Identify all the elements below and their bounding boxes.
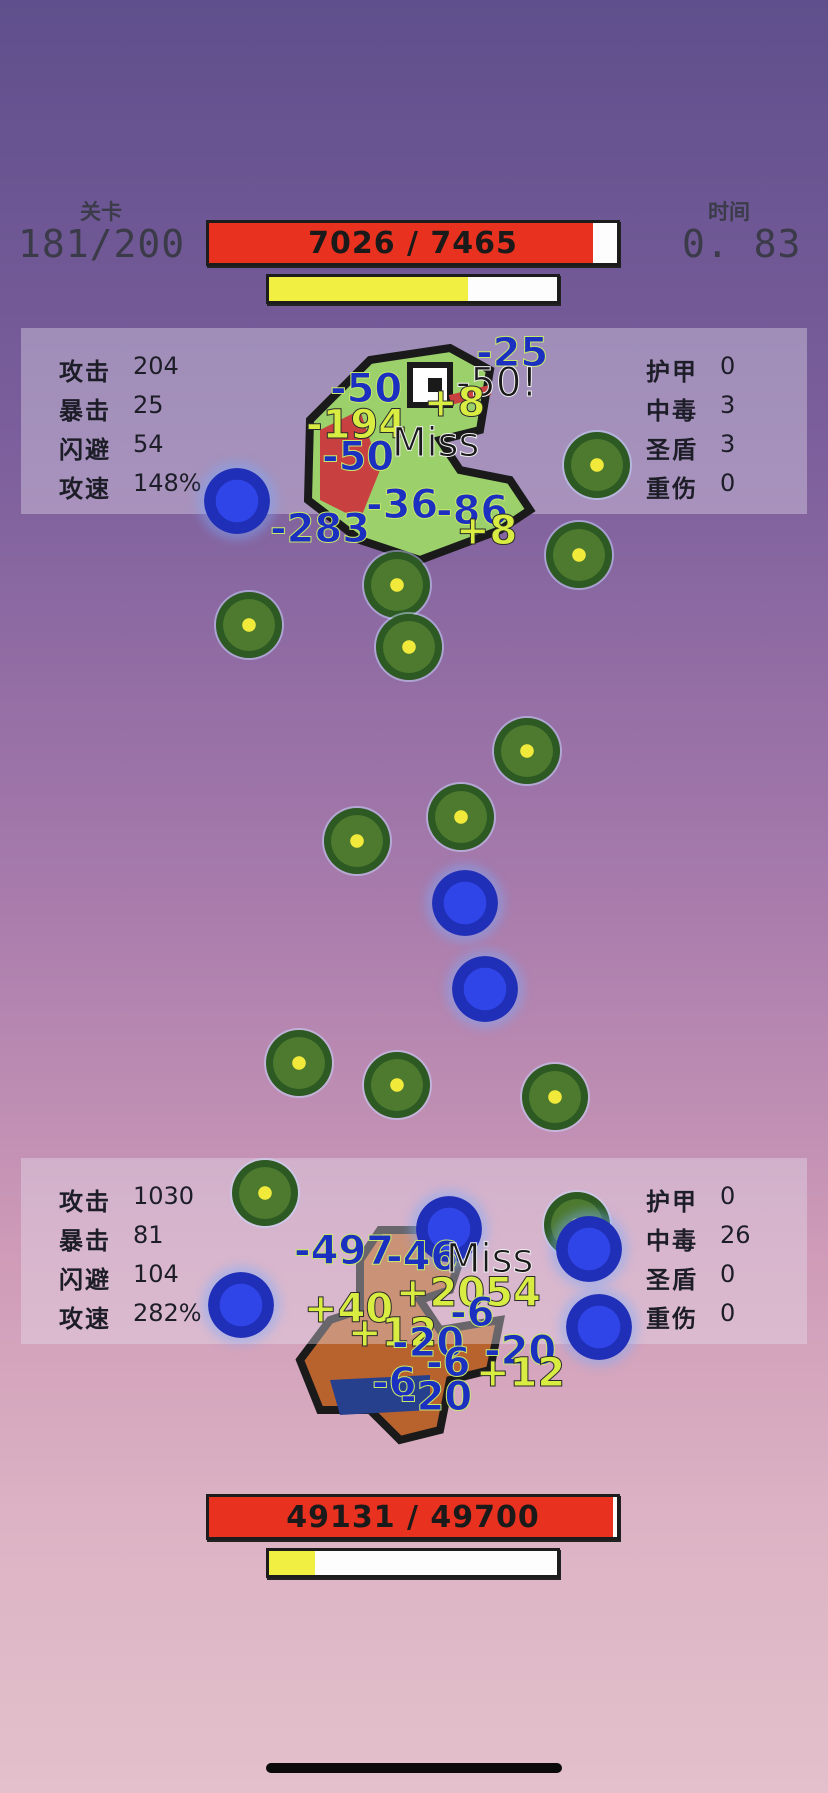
- stat-label: 攻击: [59, 358, 111, 386]
- blue-orb-icon: [556, 1216, 622, 1282]
- stat-value: 3: [720, 430, 736, 458]
- green-orb-icon: [232, 1160, 298, 1226]
- damage-number: -283: [269, 506, 371, 553]
- blue-orb-icon: [452, 956, 518, 1022]
- enemy-stat-armor: 护甲 0: [646, 352, 735, 387]
- stat-value: 81: [133, 1221, 164, 1249]
- stat-label: 攻速: [59, 475, 111, 503]
- enemy-hp-bar: 7026 / 7465: [206, 220, 620, 266]
- stat-value: 0: [720, 1182, 736, 1210]
- green-orb-icon: [266, 1030, 332, 1096]
- enemy-energy-fill: [269, 277, 468, 301]
- enemy-stat-speed: 攻速 148%: [59, 469, 202, 504]
- miss-text: Miss: [391, 420, 480, 467]
- heal-number: +8: [455, 508, 518, 555]
- stat-label: 中毒: [646, 1227, 698, 1255]
- player-stat-dodge: 闪避 104: [59, 1260, 179, 1295]
- heal-number: +12: [475, 1350, 566, 1397]
- stat-label: 暴击: [59, 397, 111, 425]
- enemy-energy-bar: [266, 274, 560, 304]
- blue-orb-icon: [204, 468, 270, 534]
- stat-label: 闪避: [59, 1266, 111, 1294]
- blue-orb-icon: [566, 1294, 632, 1360]
- enemy-stat-wound: 重伤 0: [646, 469, 735, 504]
- player-stat-wound: 重伤 0: [646, 1299, 735, 1334]
- stat-label: 圣盾: [646, 1266, 698, 1294]
- stat-value: 282%: [133, 1299, 202, 1327]
- green-orb-icon: [428, 784, 494, 850]
- player-hp-text: 49131 / 49700: [286, 1499, 540, 1535]
- green-orb-icon: [564, 432, 630, 498]
- stat-label: 重伤: [646, 475, 698, 503]
- stat-value: 26: [720, 1221, 751, 1249]
- enemy-hp-text: 7026 / 7465: [308, 225, 518, 261]
- player-stat-speed: 攻速 282%: [59, 1299, 202, 1334]
- stat-value: 3: [720, 391, 736, 419]
- green-orb-icon: [494, 718, 560, 784]
- stat-label: 攻速: [59, 1305, 111, 1333]
- green-orb-icon: [324, 808, 390, 874]
- player-stat-crit: 暴击 81: [59, 1221, 164, 1256]
- stat-value: 0: [720, 469, 736, 497]
- enemy-stat-crit: 暴击 25: [59, 391, 164, 426]
- blue-orb-icon: [432, 870, 498, 936]
- stat-value: 54: [133, 430, 164, 458]
- damage-number: -497: [293, 1228, 395, 1275]
- green-orb-icon: [216, 592, 282, 658]
- stat-value: 1030: [133, 1182, 195, 1210]
- stat-value: 0: [720, 352, 736, 380]
- time-value: 0. 83: [682, 222, 802, 266]
- damage-number: -20: [399, 1374, 473, 1421]
- green-orb-icon: [546, 522, 612, 588]
- damage-number: -50: [321, 434, 395, 481]
- stat-value: 25: [133, 391, 164, 419]
- stat-label: 暴击: [59, 1227, 111, 1255]
- player-stat-shield: 圣盾 0: [646, 1260, 735, 1295]
- player-hp-bar: 49131 / 49700: [206, 1494, 620, 1540]
- green-orb-icon: [376, 614, 442, 680]
- stat-value: 0: [720, 1299, 736, 1327]
- stat-value: 148%: [133, 469, 202, 497]
- damage-number: -36: [365, 482, 439, 529]
- green-orb-icon: [522, 1064, 588, 1130]
- enemy-stat-shield: 圣盾 3: [646, 430, 735, 465]
- player-stat-attack: 攻击 1030: [59, 1182, 194, 1217]
- stat-label: 闪避: [59, 436, 111, 464]
- stat-value: 204: [133, 352, 179, 380]
- player-stat-poison: 中毒 26: [646, 1221, 751, 1256]
- stat-value: 104: [133, 1260, 179, 1288]
- green-orb-icon: [364, 552, 430, 618]
- level-value: 181/200: [18, 222, 186, 266]
- stat-label: 圣盾: [646, 436, 698, 464]
- stat-label: 中毒: [646, 397, 698, 425]
- player-energy-bar: [266, 1548, 560, 1578]
- stat-label: 重伤: [646, 1305, 698, 1333]
- player-energy-fill: [269, 1551, 316, 1575]
- stat-label: 护甲: [646, 358, 698, 386]
- enemy-stat-dodge: 闪避 54: [59, 430, 164, 465]
- stat-label: 攻击: [59, 1188, 111, 1216]
- stat-value: 0: [720, 1260, 736, 1288]
- blue-orb-icon: [208, 1272, 274, 1338]
- green-orb-icon: [364, 1052, 430, 1118]
- home-indicator[interactable]: [266, 1763, 562, 1773]
- enemy-stat-poison: 中毒 3: [646, 391, 735, 426]
- stat-label: 护甲: [646, 1188, 698, 1216]
- player-stat-armor: 护甲 0: [646, 1182, 735, 1217]
- enemy-stat-attack: 攻击 204: [59, 352, 179, 387]
